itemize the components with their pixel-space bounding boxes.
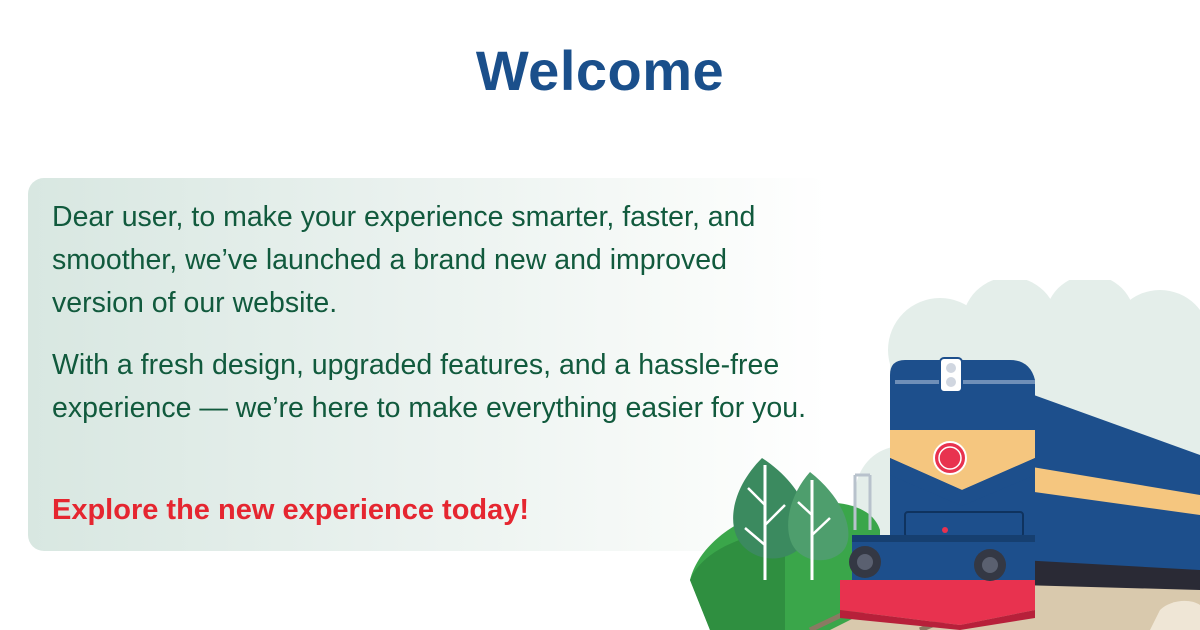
locomotive (840, 357, 1035, 630)
train-illustration (690, 280, 1200, 630)
call-to-action-text: Explore the new experience today! (52, 494, 530, 526)
page-title: Welcome (475, 39, 725, 102)
